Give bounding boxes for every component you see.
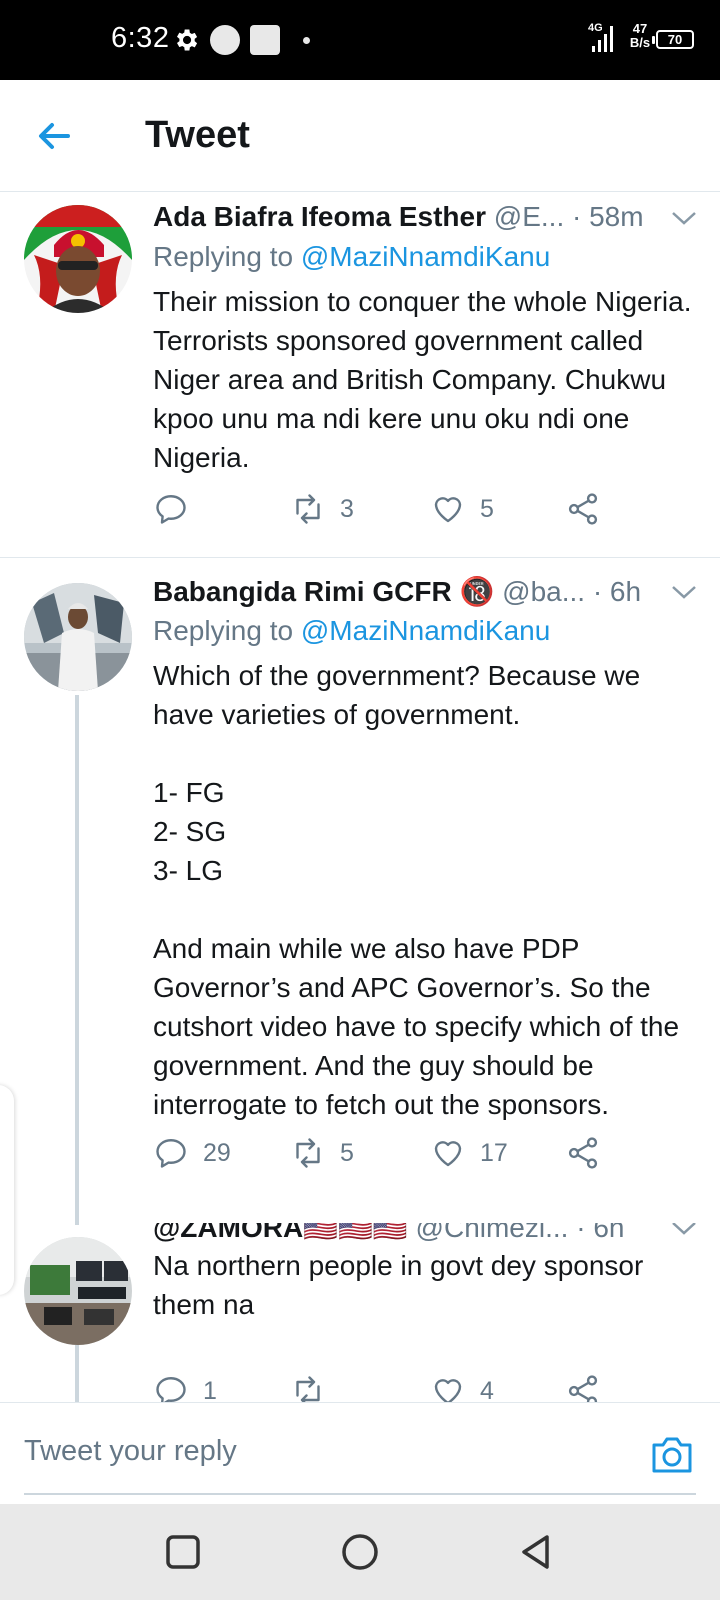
author-handle[interactable]: @E...	[494, 201, 564, 232]
retweet-button[interactable]	[290, 1371, 340, 1402]
tweet-text: Na northern people in govt dey sponsor t…	[153, 1250, 652, 1320]
retweet-button[interactable]: 3	[290, 489, 354, 529]
back-arrow-icon[interactable]	[30, 112, 78, 160]
reply-bar: Tweet your reply	[0, 1402, 720, 1502]
like-count: 4	[480, 1376, 494, 1403]
heart-icon	[434, 497, 462, 523]
heart-icon	[434, 1379, 462, 1402]
replying-to-label: Replying to	[153, 615, 301, 646]
tweet-actions: 3 5	[153, 489, 698, 529]
tweet-actions: 1 4	[153, 1371, 698, 1402]
retweet-icon	[296, 494, 320, 524]
network-type: 4G	[588, 22, 603, 34]
like-count: 5	[480, 494, 494, 523]
camera-icon[interactable]	[650, 1435, 694, 1475]
reply-count: 29	[203, 1138, 231, 1167]
notification-circle-icon	[210, 25, 240, 55]
author-handle[interactable]: @ba...	[502, 576, 585, 607]
share-button[interactable]	[565, 489, 601, 529]
reply-button[interactable]: 29	[153, 1133, 231, 1173]
like-button[interactable]: 4	[430, 1371, 494, 1402]
retweet-button[interactable]: 5	[290, 1133, 354, 1173]
tweet[interactable]: Ada Biafra Ifeoma Esther @E... · 58m Rep…	[0, 193, 720, 548]
tweet[interactable]: Babangida Rimi GCFR 🔞 @ba... · 6h Replyi…	[0, 573, 720, 1225]
retweet-count: 3	[340, 494, 354, 523]
like-count: 17	[480, 1138, 508, 1167]
divider	[0, 557, 720, 558]
tweet-text: Which of the government? Because we have…	[153, 660, 680, 1120]
avatar[interactable]	[24, 205, 132, 313]
replying-to-label: Replying to	[153, 241, 301, 272]
reply-icon	[156, 1377, 186, 1402]
chevron-down-icon[interactable]	[670, 207, 698, 229]
network-speed-value: 47	[632, 21, 648, 36]
battery-icon: 70	[652, 30, 694, 49]
replying-to: Replying to @MaziNnamdiKanu	[153, 615, 550, 647]
reply-count: 1	[203, 1376, 217, 1403]
back-triangle-icon[interactable]	[516, 1532, 556, 1572]
like-button[interactable]: 17	[430, 1133, 508, 1173]
notification-square-icon	[250, 25, 280, 55]
share-icon	[568, 1375, 598, 1402]
tweet-actions: 29 5 17	[153, 1133, 698, 1173]
tweet-time: · 6h	[592, 576, 642, 607]
status-bar: 6:32 4G 47 B/s 70	[0, 0, 720, 80]
reply-input[interactable]: Tweet your reply	[24, 1403, 696, 1495]
author-handle[interactable]: @Chimezi...	[416, 1223, 569, 1243]
heart-icon	[434, 1141, 462, 1167]
tweet-time: · 58m	[572, 201, 644, 232]
author-name[interactable]: Babangida Rimi GCFR	[153, 576, 452, 607]
chevron-down-icon[interactable]	[670, 1223, 698, 1239]
thread-line	[75, 1345, 79, 1402]
avatar[interactable]	[24, 1237, 132, 1345]
tweet-header: Babangida Rimi GCFR 🔞 @ba... · 6h	[153, 575, 698, 615]
recent-apps-square-icon[interactable]	[163, 1532, 203, 1572]
tweet[interactable]: @ZAMORA🇺🇸🇺🇸🇺🇸 @Chimezi... · 6h Na northe…	[0, 1223, 720, 1402]
share-icon	[568, 493, 598, 525]
thread-line	[75, 695, 79, 1225]
share-icon	[568, 1137, 598, 1169]
like-button[interactable]: 5	[430, 489, 494, 529]
tweet-header: Ada Biafra Ifeoma Esther @E... · 58m	[153, 201, 698, 241]
retweet-count: 5	[340, 1138, 354, 1167]
reply-icon	[156, 1139, 186, 1168]
share-button[interactable]	[565, 1133, 601, 1173]
author-name[interactable]: @ZAMORA🇺🇸🇺🇸🇺🇸	[153, 1223, 408, 1243]
edge-panel-handle[interactable]	[0, 1085, 14, 1295]
reply-button[interactable]: 1	[153, 1371, 217, 1402]
mention-link[interactable]: @MaziNnamdiKanu	[301, 615, 550, 646]
chevron-down-icon[interactable]	[670, 581, 698, 603]
mention-link[interactable]: @MaziNnamdiKanu	[301, 241, 550, 272]
verified-badge: 🔞	[459, 576, 495, 607]
network-speed: 47 B/s	[626, 22, 654, 50]
home-circle-icon[interactable]	[340, 1532, 380, 1572]
share-button[interactable]	[565, 1371, 601, 1402]
page-title: Tweet	[145, 114, 250, 156]
author-name[interactable]: Ada Biafra Ifeoma Esther	[153, 201, 486, 232]
signal-icon: 4G	[588, 22, 613, 52]
settings-gear-icon	[177, 29, 198, 51]
tweet-text: Their mission to conquer the whole Niger…	[153, 286, 699, 473]
system-nav-bar	[0, 1504, 720, 1600]
replying-to: Replying to @MaziNnamdiKanu	[153, 241, 550, 273]
reply-button[interactable]	[153, 489, 203, 529]
retweet-icon	[296, 1138, 320, 1168]
avatar[interactable]	[24, 583, 132, 691]
network-speed-unit: B/s	[629, 35, 651, 50]
more-notifications-dot-icon	[303, 37, 310, 44]
app-header: Tweet	[0, 80, 720, 192]
tweet-time: · 6h	[576, 1223, 625, 1243]
status-time: 6:32	[111, 22, 170, 54]
reply-icon	[156, 495, 186, 524]
retweet-icon	[296, 1376, 320, 1402]
